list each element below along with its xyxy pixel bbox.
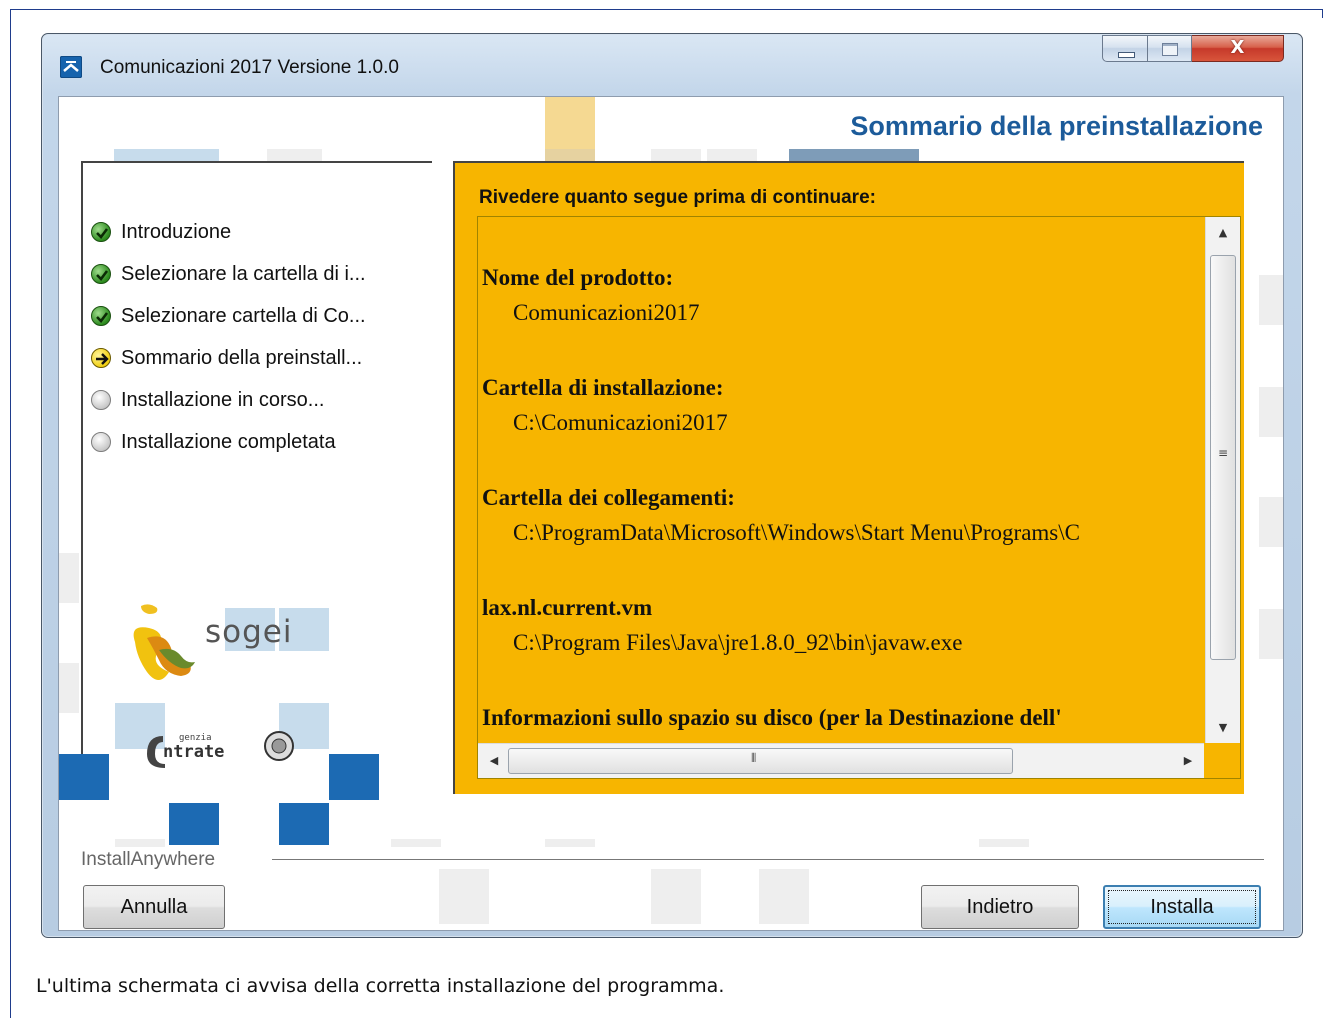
decor-tile [439, 869, 489, 924]
scroll-right-arrow[interactable]: ▶ [1176, 749, 1200, 773]
summary-header: Rivedere quanto segue prima di continuar… [479, 187, 876, 208]
page-caption: L'ultima schermata ci avvisa della corre… [36, 975, 725, 997]
step-introduzione: Introduzione [91, 217, 231, 247]
decor-tile [391, 839, 441, 847]
title-bar[interactable]: Comunicazioni 2017 Versione 1.0.0 X [42, 34, 1302, 96]
minimize-button[interactable] [1102, 35, 1148, 62]
steps-panel [81, 161, 432, 793]
step-installing: Installazione in corso... [91, 385, 324, 415]
install-button[interactable]: Installa [1103, 885, 1261, 929]
decor-tile [651, 869, 701, 924]
grip-icon: ⦀ [751, 751, 757, 765]
decor-tile [59, 553, 79, 603]
decor-tile [114, 149, 219, 161]
vertical-scrollbar[interactable]: ▲ ≡ ▼ [1205, 217, 1240, 744]
window-title: Comunicazioni 2017 Versione 1.0.0 [100, 57, 399, 78]
summary-item-value: C:\Comunicazioni2017 [513, 410, 728, 435]
summary-item-value: C:\Program Files\Java\jre1.8.0_92\bin\ja… [513, 630, 963, 655]
decor-tile [267, 149, 322, 161]
decor-tile [59, 663, 79, 713]
decor-tile [545, 149, 595, 161]
step-label: Introduzione [121, 220, 232, 243]
cancel-button[interactable]: Annulla [83, 885, 225, 929]
check-icon [91, 264, 111, 284]
focus-ring [1108, 890, 1256, 924]
maximize-icon [1162, 43, 1178, 56]
scroll-down-arrow[interactable]: ▼ [1211, 716, 1235, 740]
decor-tile [59, 754, 109, 800]
installer-client: Sommario della preinstallazione Introduz… [58, 96, 1284, 931]
step-label: Selezionare cartella di Co... [121, 304, 366, 327]
horizontal-scrollbar[interactable]: ◀ ⦀ ▶ [478, 743, 1204, 778]
separator [272, 859, 1264, 861]
summary-item-label: Nome del prodotto: [482, 265, 674, 290]
decor-tile [1259, 609, 1283, 659]
summary-item-label: Cartella dei collegamenti: [482, 485, 735, 510]
decor-tile [1259, 497, 1283, 547]
step-label: Selezionare la cartella di i... [121, 262, 366, 285]
back-button[interactable]: Indietro [921, 885, 1079, 929]
horizontal-scroll-thumb[interactable]: ⦀ [508, 748, 1013, 774]
minimize-icon [1118, 52, 1135, 58]
decor-tile [789, 149, 919, 161]
step-label: Installazione in corso... [121, 388, 325, 411]
decor-tile [759, 869, 809, 924]
circle-icon [91, 390, 111, 410]
summary-scroll-area[interactable]: Nome del prodotto: Comunicazioni2017 Car… [477, 216, 1241, 779]
summary-item-label: lax.nl.current.vm [482, 595, 653, 620]
scroll-corner [1205, 743, 1240, 778]
vertical-scroll-thumb[interactable]: ≡ [1210, 255, 1236, 660]
circle-icon [91, 432, 111, 452]
decor-tile [329, 754, 379, 800]
decor-tile [707, 149, 757, 161]
decor-tile [279, 803, 329, 845]
app-icon [60, 56, 82, 78]
summary-item-value: Comunicazioni2017 [513, 300, 700, 325]
summary-content: Nome del prodotto: Comunicazioni2017 Car… [478, 217, 1204, 744]
decor-tile [979, 839, 1029, 847]
summary-item-label: Cartella di installazione: [482, 375, 724, 400]
close-icon: X [1230, 37, 1245, 58]
decor-tile [1259, 275, 1283, 325]
caption-buttons: X [1102, 35, 1284, 63]
summary-panel: Rivedere quanto segue prima di continuar… [453, 161, 1244, 794]
step-install-folder: Selezionare la cartella di i... [91, 259, 366, 289]
check-icon [91, 306, 111, 326]
maximize-button[interactable] [1148, 35, 1192, 62]
arrow-right-icon [91, 348, 111, 368]
step-preinstall-summary: Sommario della preinstall... [91, 343, 362, 373]
decor-tile [169, 803, 219, 845]
install-step-heading: Sommario della preinstallazione [850, 111, 1263, 141]
close-button[interactable]: X [1192, 35, 1284, 62]
grip-icon: ≡ [1218, 446, 1229, 460]
decor-tile [545, 97, 595, 149]
summary-item-label: Informazioni sullo spazio su disco (per … [482, 705, 1062, 730]
installer-window: Comunicazioni 2017 Versione 1.0.0 X Somm… [41, 33, 1303, 938]
installanywhere-label: InstallAnywhere [81, 849, 216, 870]
decor-tile [115, 839, 165, 847]
decor-tile [1259, 387, 1283, 437]
scroll-up-arrow[interactable]: ▲ [1211, 221, 1235, 245]
step-complete: Installazione completata [91, 427, 336, 457]
entrate-main-text: ntrate [163, 742, 225, 762]
step-label: Sommario della preinstall... [121, 346, 363, 369]
decor-tile [651, 149, 701, 161]
scroll-left-arrow[interactable]: ◀ [482, 749, 506, 773]
summary-item-value: C:\ProgramData\Microsoft\Windows\Start M… [513, 520, 1080, 545]
check-icon [91, 222, 111, 242]
decor-tile [545, 839, 595, 847]
step-shortcut-folder: Selezionare cartella di Co... [91, 301, 366, 331]
step-label: Installazione completata [121, 430, 336, 453]
sogei-logo-text: sogei [205, 614, 293, 650]
